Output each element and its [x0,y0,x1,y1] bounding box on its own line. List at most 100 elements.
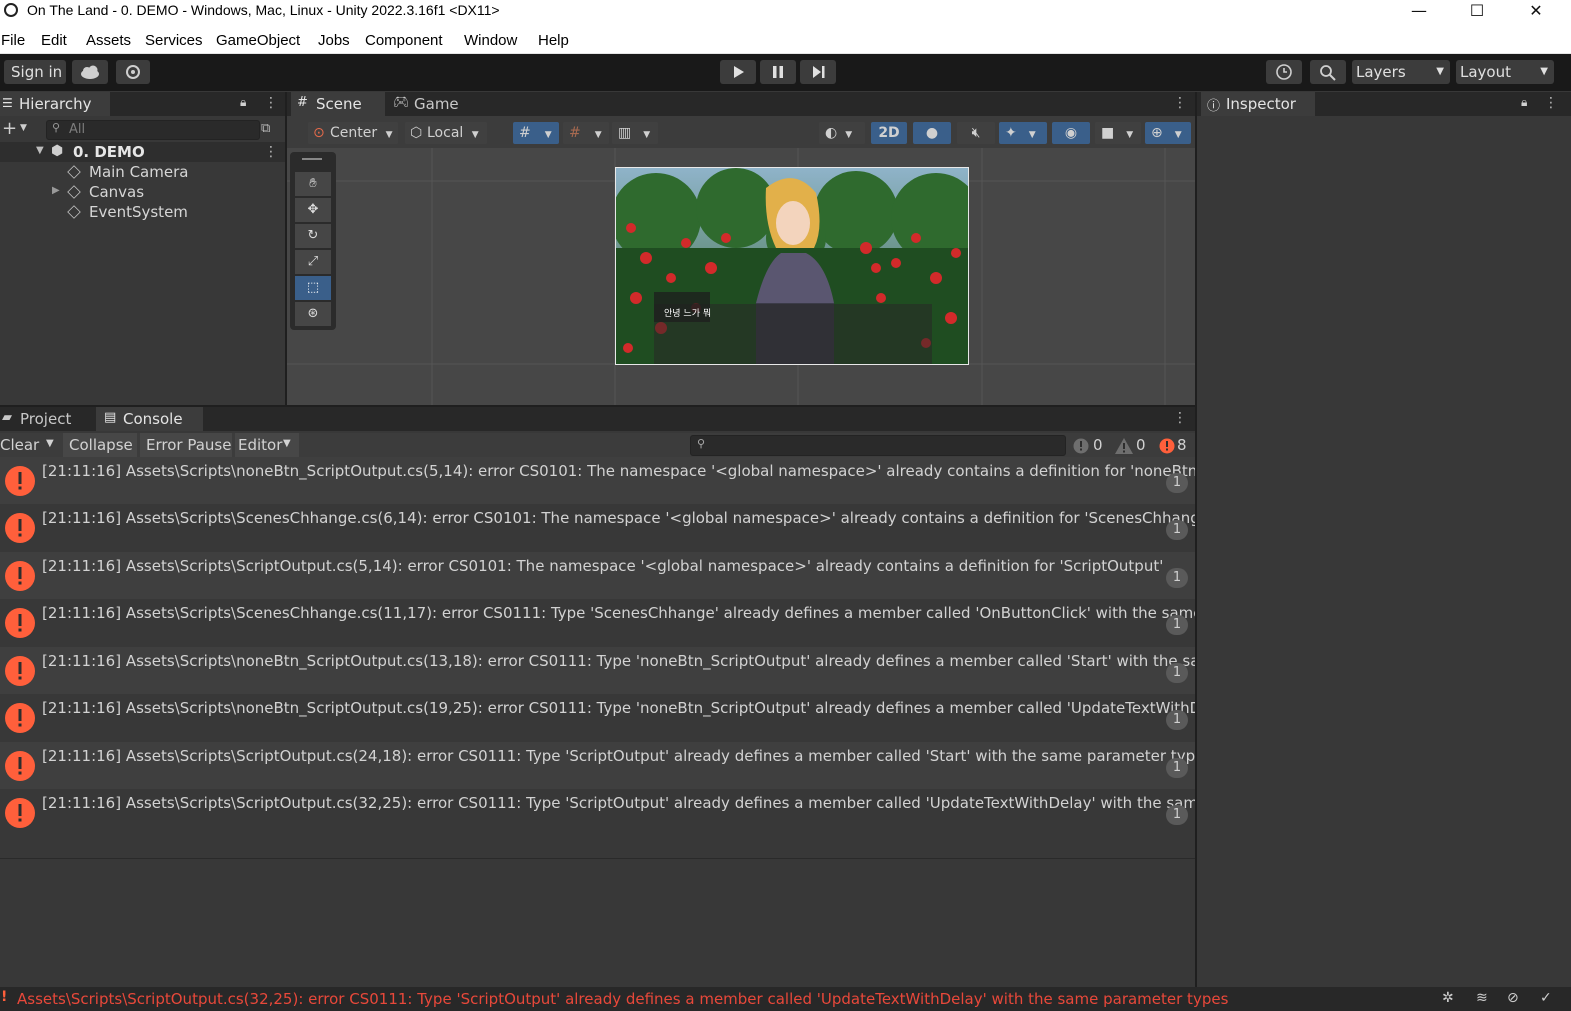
move-tool-button[interactable]: ✥ [295,198,331,222]
search-button[interactable] [1310,60,1346,84]
table-row[interactable]: [21:11:16] Assets\Scripts\ScriptOutput.c… [0,552,1195,599]
menu-gameobject[interactable]: GameObject [216,32,300,49]
close-button[interactable]: ✕ [1507,0,1565,22]
camera-button[interactable]: ■ ▼ [1095,122,1141,144]
tab-project[interactable]: ▰ Project [0,407,92,431]
tab-game[interactable]: 🎮︎ Game [387,92,467,116]
collapse-toggle[interactable]: Collapse [63,433,137,457]
menu-edit[interactable]: Edit [41,32,67,49]
lock-icon[interactable]: 🔒︎ [240,95,246,110]
add-icon[interactable]: + [2,118,17,139]
list-item-label: Canvas [89,183,145,201]
pivot-dropdown[interactable]: ⊙ Center ▼ [308,122,398,144]
clear-button[interactable]: Clear [0,436,39,454]
more-options-icon[interactable]: ⋮ [1173,95,1187,111]
layout-dropdown[interactable]: Layout ▼ [1456,60,1554,84]
menu-window[interactable]: Window [464,32,517,49]
scale-tool-button[interactable]: ⤢ [295,250,331,274]
menu-component[interactable]: Component [365,32,443,49]
console-message-text: [21:11:16] Assets\Scripts\ScriptOutput.c… [42,794,1195,812]
table-row[interactable]: [21:11:16] Assets\Scripts\ScenesChhange.… [0,504,1195,552]
chevron-down-icon[interactable]: ▼ [46,438,54,449]
tab-hierarchy[interactable]: ☰ Hierarchy [0,92,110,116]
more-options-icon[interactable]: ⋮ [264,95,278,111]
more-options-icon[interactable]: ⋮ [1173,410,1187,426]
lighting-button[interactable]: ● [913,122,951,144]
tab-scene[interactable]: # Scene [291,92,385,116]
lock-icon[interactable]: 🔒︎ [1521,95,1527,110]
debug-icon[interactable]: ✲ [1442,990,1454,1006]
list-item[interactable]: EventSystem [0,202,285,222]
collab-button[interactable] [116,60,150,84]
layers-status-icon[interactable]: ≋ [1476,990,1488,1006]
mute-icon: 🔇︎ [971,125,981,141]
table-row[interactable]: [21:11:16] Assets\Scripts\noneBtn_Script… [0,457,1195,504]
gizmos-button[interactable]: ⊕ ▼ [1145,122,1191,144]
detail-splitter[interactable] [0,858,1195,859]
play-button[interactable] [720,60,756,84]
maximize-button[interactable]: ☐ [1448,0,1506,22]
table-row[interactable]: [21:11:16] Assets\Scripts\ScriptOutput.c… [0,742,1195,789]
tab-inspector-label: Inspector [1226,95,1296,113]
toggle-2d-button[interactable]: 2D [871,122,907,144]
pause-button[interactable] [760,60,796,84]
game-canvas-preview[interactable]: 안녕 느가 뭐 [615,167,969,365]
editor-dropdown[interactable]: Editor ▼ [235,433,299,457]
hand-tool-button[interactable]: ✋︎ [295,172,331,196]
error-pause-toggle[interactable]: Error Pause [140,433,232,457]
menu-help[interactable]: Help [538,32,569,49]
draw-mode-button[interactable]: ◐ ▼ [819,122,865,144]
history-button[interactable] [1266,60,1302,84]
scene-row[interactable]: ▼ ⬢ 0. DEMO ⋮ [0,142,285,162]
menu-jobs[interactable]: Jobs [318,32,350,49]
list-item[interactable]: ▶ Canvas [0,182,285,202]
tab-inspector[interactable]: ⓘ Inspector [1201,92,1315,116]
pause-icon [773,66,783,78]
rotate-tool-button[interactable]: ↻ [295,224,331,248]
list-item-label: Main Camera [89,163,189,181]
hierarchy-search-input[interactable]: ⚲ All [46,120,260,140]
status-message[interactable]: Assets\Scripts\ScriptOutput.cs(32,25): e… [17,990,1228,1008]
tools-overlay: ✋︎ ✥ ↻ ⤢ ⬚ ⊛ [290,152,336,330]
grid-visibility-button[interactable]: # ▼ [563,122,609,144]
list-icon: ☰ [2,96,13,110]
cloud-button[interactable] [72,60,108,84]
error-filter-toggle[interactable]: 8 [1158,436,1194,456]
expand-arrow-icon[interactable]: ▶ [52,185,60,196]
console-search-input[interactable]: ⚲ [690,435,1066,456]
more-options-icon[interactable]: ⋮ [264,144,278,160]
hidden-objects-button[interactable]: ◉ [1052,122,1090,144]
chevron-down-icon[interactable]: ▼ [20,123,27,133]
log-filter-toggle[interactable]: 0 [1072,436,1108,456]
scene-visibility-icon[interactable]: ⊘ [1507,990,1519,1006]
collapse-count-badge: 1 [1166,710,1188,730]
increment-snap-button[interactable]: ▥ ▼ [612,122,658,144]
rect-tool-button[interactable]: ⬚ [295,276,331,300]
table-row[interactable]: [21:11:16] Assets\Scripts\noneBtn_Script… [0,647,1195,694]
space-dropdown[interactable]: ⬡ Local ▼ [405,122,487,144]
expand-arrow-icon[interactable]: ▼ [36,145,44,156]
transform-tool-button[interactable]: ⊛ [295,302,331,326]
drag-handle[interactable] [302,158,322,160]
warning-filter-toggle[interactable]: 0 [1114,436,1150,456]
list-item[interactable]: Main Camera [0,162,285,182]
audio-button[interactable]: 🔇︎ [957,122,995,144]
more-options-icon[interactable]: ⋮ [1544,95,1558,111]
table-row[interactable]: [21:11:16] Assets\Scripts\ScriptOutput.c… [0,789,1195,837]
sign-in-button[interactable]: Sign in [4,60,66,84]
check-icon[interactable]: ✓ [1540,990,1552,1006]
effects-button[interactable]: ✦ ▼ [999,122,1047,144]
minimize-button[interactable]: — [1390,0,1448,22]
search-options-icon[interactable]: ⧉ [261,121,270,136]
layers-dropdown[interactable]: Layers ▼ [1352,60,1450,84]
console-message-text: [21:11:16] Assets\Scripts\noneBtn_Script… [42,652,1195,670]
tab-console[interactable]: ▤ Console [96,407,203,431]
table-row[interactable]: [21:11:16] Assets\Scripts\noneBtn_Script… [0,694,1195,742]
menu-services[interactable]: Services [145,32,203,49]
table-row[interactable]: [21:11:16] Assets\Scripts\ScenesChhange.… [0,599,1195,647]
grid-snap-button[interactable]: # ▼ [513,122,559,144]
step-button[interactable] [800,60,836,84]
menu-assets[interactable]: Assets [86,32,131,49]
step-icon [813,66,825,78]
menu-file[interactable]: File [1,32,25,49]
